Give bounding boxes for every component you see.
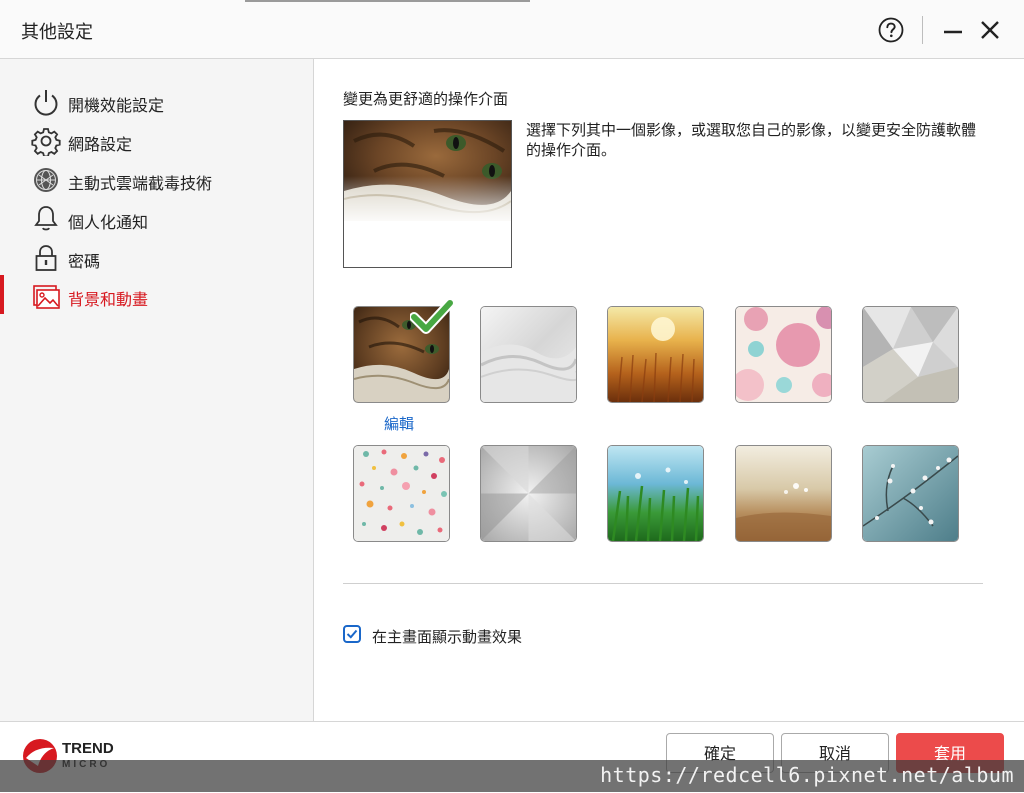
help-button[interactable] bbox=[878, 17, 904, 43]
sidebar-item-label: 個人化通知 bbox=[68, 213, 149, 232]
sidebar-item-label: 網路設定 bbox=[68, 135, 133, 154]
sidebar-item-smart-protection[interactable]: 主動式雲端截毒技術 bbox=[0, 159, 300, 198]
bell-icon bbox=[34, 206, 58, 231]
cat-preview-image bbox=[344, 121, 511, 267]
thumbnail-geometric-gray[interactable] bbox=[862, 306, 959, 403]
watermark-bar: https://redcell6.pixnet.net/album bbox=[0, 760, 1024, 792]
gear-icon bbox=[31, 128, 61, 156]
green-grass-image bbox=[608, 446, 703, 541]
confetti-dots-image bbox=[354, 446, 449, 541]
geometric-gray-image bbox=[863, 307, 958, 402]
checkbox-check-icon bbox=[346, 629, 358, 639]
title-bar-separator bbox=[922, 16, 923, 44]
sidebar: 開機效能設定 網路設定 主動式雲端截毒技術 個人化通知 密碼 背景和動畫 bbox=[0, 59, 314, 721]
window-title: 其他設定 bbox=[21, 22, 93, 43]
sandy-beach-image bbox=[736, 446, 831, 541]
thumbnail-confetti-dots[interactable] bbox=[353, 445, 450, 542]
selected-checkmark-icon bbox=[409, 298, 455, 335]
svg-text:TREND: TREND bbox=[62, 740, 114, 757]
brushed-metal-image bbox=[481, 446, 576, 541]
sidebar-item-label: 開機效能設定 bbox=[68, 96, 165, 115]
lock-icon bbox=[35, 245, 57, 271]
animation-checkbox-label: 在主畫面顯示動畫效果 bbox=[372, 628, 523, 646]
sidebar-item-password[interactable]: 密碼 bbox=[0, 237, 300, 276]
golden-field-image bbox=[608, 307, 703, 402]
thumbnail-blossom-branch[interactable] bbox=[862, 445, 959, 542]
close-button[interactable] bbox=[978, 18, 1002, 42]
thumbnail-brushed-metal[interactable] bbox=[480, 445, 577, 542]
minimize-button[interactable] bbox=[941, 18, 965, 42]
sidebar-item-background-animation[interactable]: 背景和動畫 bbox=[0, 275, 300, 314]
sidebar-item-label: 主動式雲端截毒技術 bbox=[68, 174, 213, 193]
section-divider bbox=[343, 583, 983, 584]
title-bar: 其他設定 bbox=[0, 0, 1024, 59]
thumbnail-pastel-circles[interactable] bbox=[735, 306, 832, 403]
section-title: 變更為更舒適的操作介面 bbox=[343, 90, 509, 108]
globe-icon bbox=[34, 168, 58, 192]
animation-checkbox[interactable] bbox=[343, 625, 361, 643]
thumbnail-green-grass[interactable] bbox=[607, 445, 704, 542]
sidebar-item-startup-performance[interactable]: 開機效能設定 bbox=[0, 81, 300, 120]
edit-link[interactable]: 編輯 bbox=[384, 413, 414, 434]
thumbnail-sandy-beach[interactable] bbox=[735, 445, 832, 542]
title-bar-accent bbox=[245, 0, 530, 2]
power-icon bbox=[34, 90, 58, 116]
main-panel: 變更為更舒適的操作介面 選擇下列其中一個影像，或選取您自己的影像，以變更安全防護… bbox=[314, 59, 1024, 721]
help-circle-icon bbox=[878, 17, 904, 43]
sidebar-item-notifications[interactable]: 個人化通知 bbox=[0, 198, 300, 237]
sidebar-item-label: 密碼 bbox=[68, 252, 101, 271]
silver-waves-image bbox=[481, 307, 576, 402]
sidebar-item-network[interactable]: 網路設定 bbox=[0, 120, 300, 159]
pastel-circles-image bbox=[736, 307, 831, 402]
sidebar-item-label: 背景和動畫 bbox=[68, 290, 149, 309]
settings-window: 其他設定 開機效能設定 網路設定 主動式雲端截毒技術 個人化通知 密碼 背景和動… bbox=[0, 0, 1024, 793]
description-text: 選擇下列其中一個影像，或選取您自己的影像，以變更安全防護軟體的操作介面。 bbox=[526, 121, 977, 159]
thumbnail-silver-waves[interactable] bbox=[480, 306, 577, 403]
background-preview bbox=[343, 120, 512, 268]
close-icon bbox=[981, 21, 999, 39]
watermark-text: https://redcell6.pixnet.net/album bbox=[600, 763, 1014, 787]
minimize-icon bbox=[944, 30, 962, 34]
blossom-branch-image bbox=[863, 446, 958, 541]
thumbnail-golden-field[interactable] bbox=[607, 306, 704, 403]
picture-icon bbox=[33, 285, 60, 309]
